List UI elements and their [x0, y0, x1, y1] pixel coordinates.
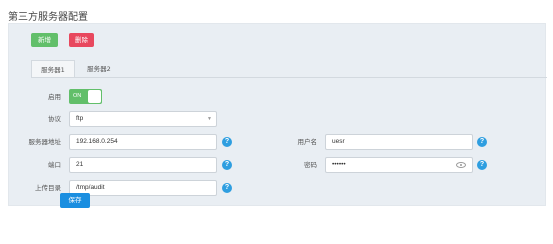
question-circle-icon[interactable]: ? — [222, 160, 232, 170]
page-title: 第三方服务器配置 — [8, 12, 88, 23]
server-address-input[interactable]: 192.168.0.254 — [69, 134, 217, 150]
upload-dir-label: 上传目录 — [35, 184, 61, 192]
caret-down-icon: ▼ — [207, 116, 212, 122]
delete-button[interactable]: 删除 — [69, 33, 94, 47]
password-label: 密码 — [304, 161, 317, 169]
toggle-state-text: ON — [73, 93, 82, 99]
server-config-panel: 新增 删除 服务器1 服务器2 启用 ON 协议 ftp ▼ 服务器地址 192… — [8, 23, 547, 206]
toggle-knob — [88, 90, 101, 103]
server-address-label: 服务器地址 — [28, 138, 62, 146]
tab-server-1[interactable]: 服务器1 — [31, 60, 75, 78]
username-label: 用户名 — [297, 138, 318, 146]
save-button[interactable]: 保存 — [60, 193, 90, 208]
question-circle-icon[interactable]: ? — [477, 160, 487, 170]
username-input[interactable]: uesr — [325, 134, 473, 150]
protocol-label: 协议 — [48, 115, 61, 123]
question-circle-icon[interactable]: ? — [222, 137, 232, 147]
question-circle-icon[interactable]: ? — [477, 137, 487, 147]
tabs-divider — [31, 77, 547, 78]
question-circle-icon[interactable]: ? — [222, 183, 232, 193]
eye-icon[interactable] — [456, 162, 466, 168]
protocol-select[interactable]: ftp ▼ — [69, 111, 217, 127]
tab-server-2[interactable]: 服务器2 — [79, 60, 119, 78]
port-label: 端口 — [48, 161, 61, 169]
enable-toggle[interactable]: ON — [69, 89, 102, 104]
enable-label: 启用 — [48, 93, 61, 101]
upload-dir-input[interactable]: /tmp/audit — [69, 180, 217, 196]
protocol-value: ftp — [76, 115, 84, 122]
password-value: •••••• — [332, 161, 346, 168]
add-button[interactable]: 新增 — [31, 33, 58, 47]
password-input[interactable]: •••••• — [325, 157, 473, 173]
port-input[interactable]: 21 — [69, 157, 217, 173]
